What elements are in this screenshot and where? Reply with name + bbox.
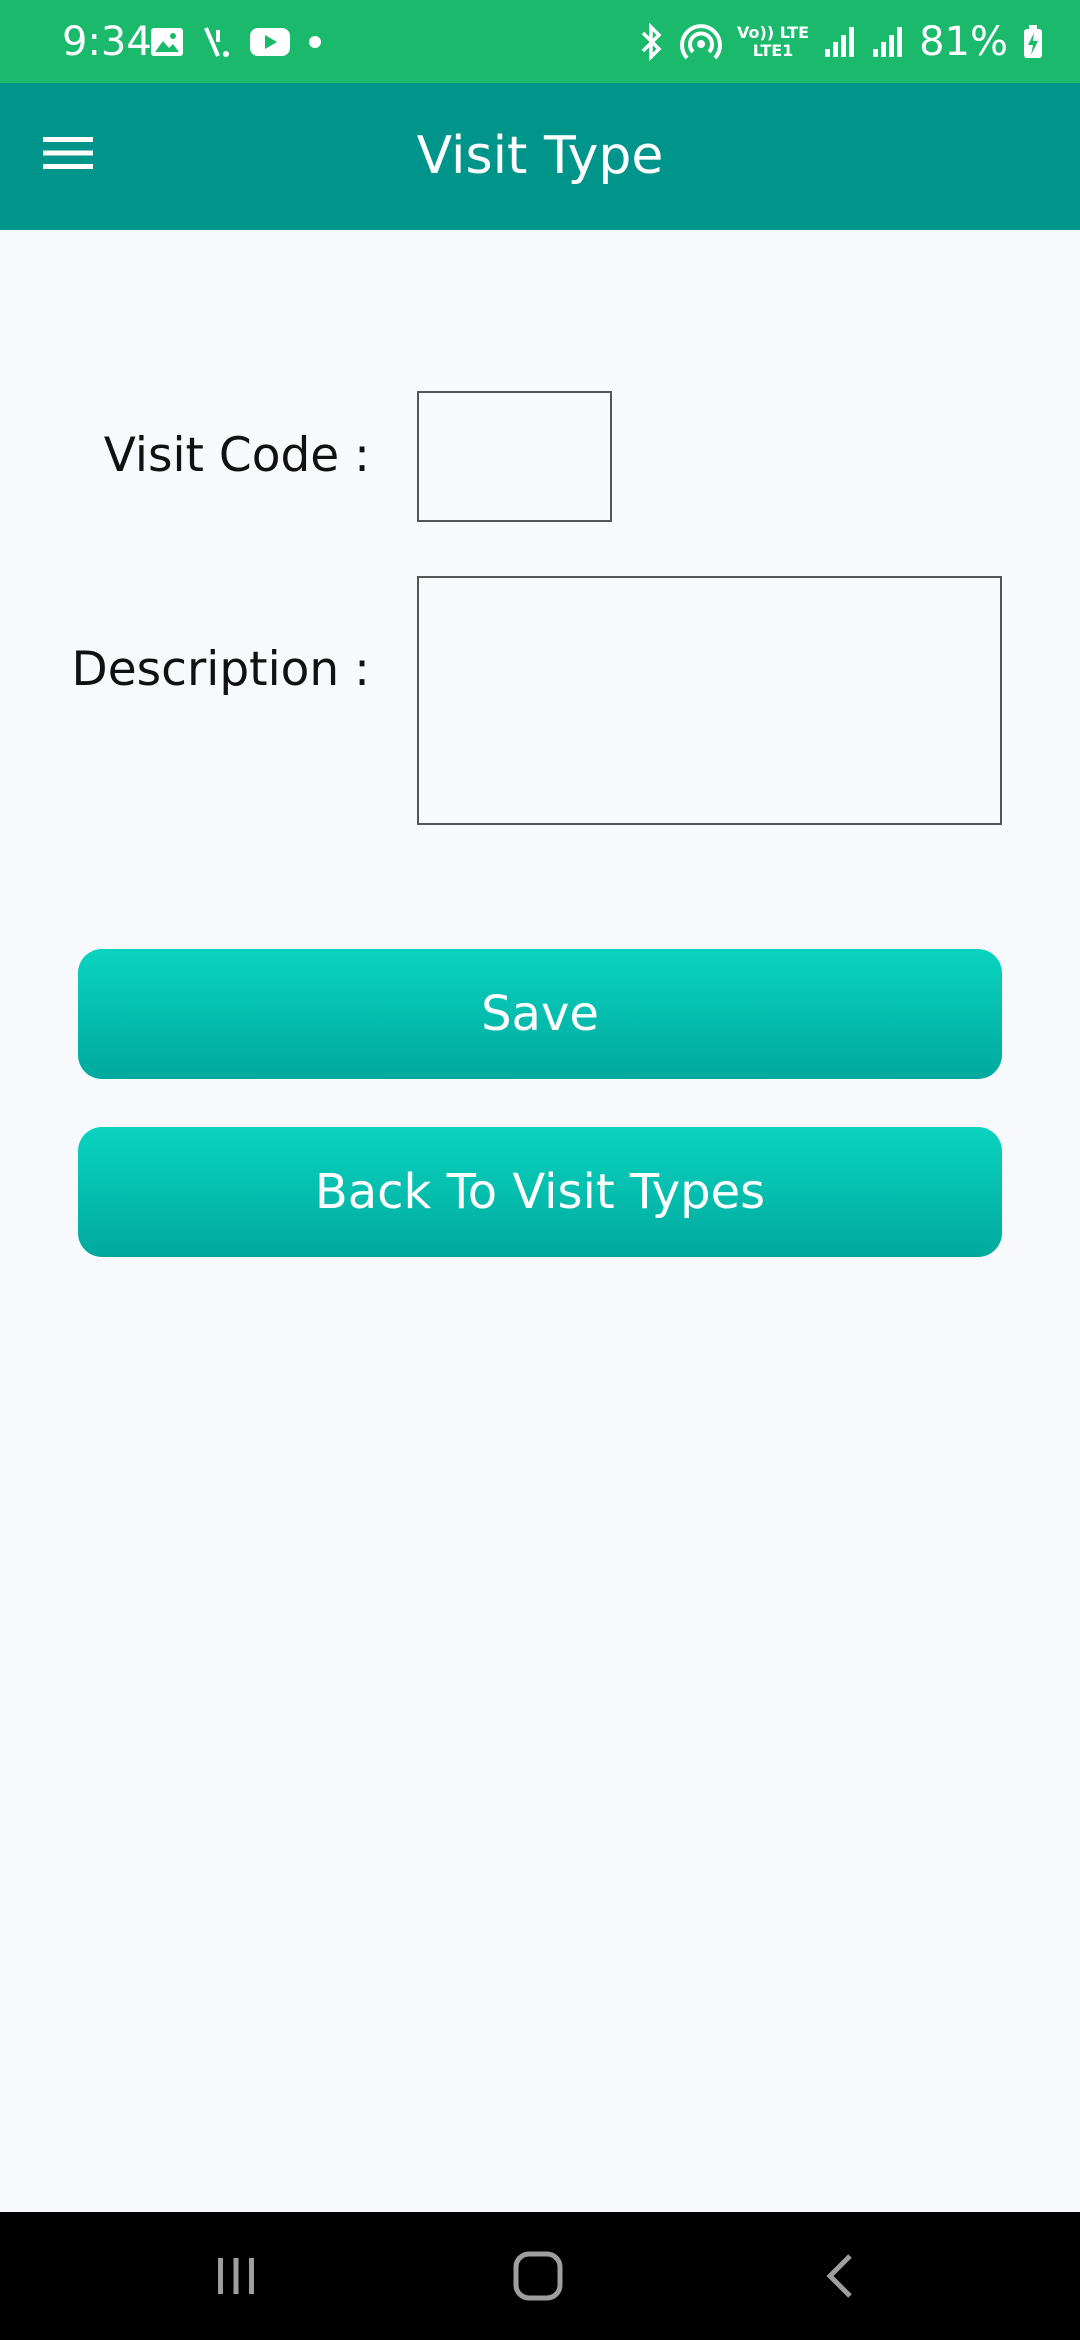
back-to-visit-types-button[interactable]: Back To Visit Types — [78, 1127, 1002, 1257]
back-icon — [826, 2254, 852, 2298]
gallery-icon — [151, 28, 183, 56]
status-bar: 9:34 Vo)) LTE LTE1 81% — [0, 0, 1080, 83]
more-notifications-dot-icon — [309, 36, 321, 48]
battery-percentage: 81% — [919, 19, 1008, 65]
battery-charging-icon — [1024, 25, 1042, 58]
home-icon — [513, 2251, 563, 2301]
recents-icon — [218, 2258, 254, 2294]
hamburger-menu-icon — [43, 137, 93, 169]
recents-button[interactable] — [186, 2236, 286, 2316]
status-time: 9:34 — [62, 19, 152, 65]
visit-code-label: Visit Code : — [103, 428, 370, 483]
description-input[interactable] — [417, 576, 1002, 825]
page-title: Visit Type — [416, 126, 664, 186]
hotspot-icon — [680, 24, 722, 60]
save-button[interactable]: Save — [78, 949, 1002, 1079]
visit-code-input[interactable] — [417, 391, 612, 522]
back-button[interactable] — [790, 2236, 890, 2316]
network-label-top: Vo)) LTE — [737, 23, 810, 42]
description-label: Description : — [71, 642, 370, 697]
notification-icons — [150, 20, 322, 64]
home-button[interactable] — [488, 2236, 588, 2316]
bluetooth-icon — [641, 23, 662, 61]
status-right-icons: Vo)) LTE LTE1 81% — [637, 14, 1044, 70]
signal-strength-1-icon — [825, 27, 855, 57]
network-label-bottom: LTE1 — [752, 41, 794, 60]
network-type: Vo)) LTE LTE1 — [737, 25, 809, 59]
signal-strength-2-icon — [873, 27, 903, 57]
system-navigation-bar — [0, 2212, 1080, 2340]
youtube-icon — [250, 28, 290, 56]
app-bar: Visit Type — [0, 83, 1080, 230]
app-notification-icon — [204, 27, 229, 57]
menu-button[interactable] — [28, 113, 108, 193]
